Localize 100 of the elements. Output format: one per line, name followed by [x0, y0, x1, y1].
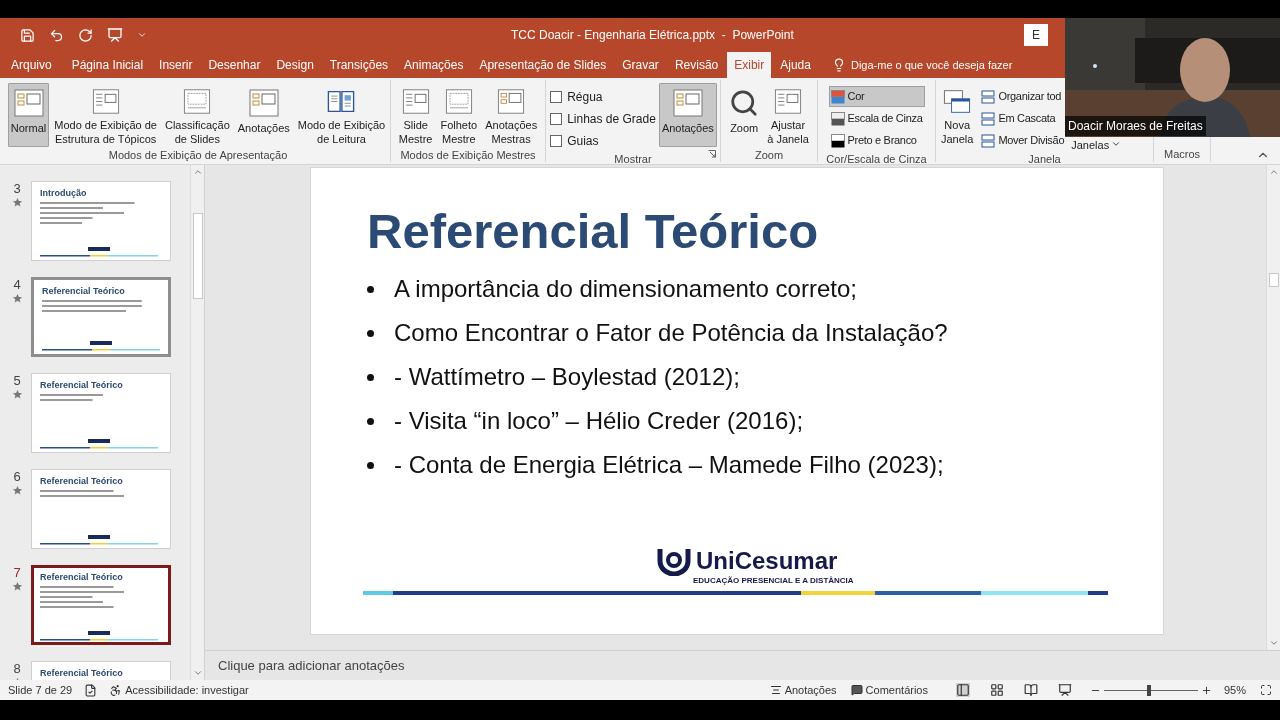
checkbox[interactable]: [550, 134, 563, 147]
windows-dropdown[interactable]: Janelas: [1069, 137, 1124, 151]
view-layout-icon: [772, 88, 804, 115]
slide-number: 4: [13, 277, 21, 292]
view-button[interactable]: Folheto Mestre: [437, 83, 481, 147]
slide-thumbnail[interactable]: Referencial Teórico: [31, 661, 171, 680]
view-button[interactable]: Anotações: [658, 83, 717, 147]
redo-icon[interactable]: [78, 27, 93, 43]
ribbon-tab[interactable]: Ajuda: [773, 52, 818, 78]
group-label: Modos de Exibição Mestres: [400, 147, 536, 163]
logo-tagline: EDUCAÇÃO PRESENCIAL E A DISTÂNCIA: [693, 576, 854, 585]
view-button[interactable]: Slide Mestre: [395, 83, 436, 147]
checkbox-option[interactable]: Guias: [550, 130, 656, 151]
ribbon-option[interactable]: Preto e Branco: [828, 130, 925, 151]
ribbon-tab[interactable]: Revisão: [667, 52, 726, 78]
bullet-text: A importância do dimensionamento correto;: [394, 274, 857, 304]
slide-scrollbar[interactable]: [1266, 165, 1280, 650]
slideshow-icon[interactable]: [1057, 683, 1072, 697]
notes-field[interactable]: Clique para adicionar anotações: [218, 655, 405, 676]
ribbon-tab[interactable]: Inserir: [152, 52, 200, 78]
slide-number: 3: [13, 181, 21, 196]
zoom-slider-thumb[interactable]: [1147, 684, 1152, 696]
star-icon: [12, 582, 22, 591]
swatch-icon: [830, 133, 845, 148]
ribbon-tab[interactable]: Design: [269, 52, 321, 78]
window-arrange-icon: [981, 89, 996, 104]
checkbox-option[interactable]: Régua: [550, 86, 656, 107]
ribbon-tab[interactable]: Arquivo: [4, 52, 59, 78]
ribbon-option[interactable]: Mover Divisão: [979, 130, 1067, 151]
accessibility-icon[interactable]: [109, 683, 123, 697]
view-button[interactable]: Ajustar à Janela: [764, 83, 812, 147]
ribbon-tab[interactable]: Animações: [397, 52, 471, 78]
checkbox[interactable]: [550, 90, 563, 103]
caret-icon: [1111, 139, 1122, 149]
reading-view-icon[interactable]: [1023, 683, 1038, 697]
thumbnail-title: Referencial Teórico: [40, 668, 123, 679]
group-label: Zoom: [754, 147, 784, 163]
ribbon-tab[interactable]: Exibir: [727, 52, 772, 78]
view-layout-icon: [247, 88, 280, 118]
view-button[interactable]: Anotações Mestras: [482, 83, 541, 147]
view-button[interactable]: Normal: [7, 83, 50, 147]
participant-name: Doacir Moraes de Freitas: [1065, 116, 1206, 136]
dialog-launcher-icon[interactable]: [708, 150, 716, 158]
zoom-slider[interactable]: [1103, 684, 1198, 696]
ribbon-option[interactable]: Cor: [828, 86, 925, 107]
zoom-in-icon[interactable]: [1200, 684, 1212, 696]
star-icon: [12, 294, 22, 303]
view-layout-icon: [671, 88, 704, 118]
pane-scrollbar[interactable]: [190, 165, 204, 680]
thumbnail-title: Referencial Teórico: [40, 380, 123, 391]
swatch-icon: [830, 89, 845, 104]
slide-thumbnail[interactable]: Referencial Teórico: [31, 373, 171, 453]
scroll-thumb[interactable]: [1269, 273, 1279, 287]
ribbon-tab[interactable]: Transições: [322, 52, 396, 78]
window-title: TCC Doacir - Engenharia Elétrica.pptx - PowerPoint: [511, 27, 794, 44]
view-button[interactable]: Modo de Exibição de Estrutura de Tópicos: [51, 83, 160, 147]
view-button[interactable]: Modo de Exibição de Leitura: [294, 83, 389, 147]
slide-thumbnail[interactable]: Referencial Teórico: [31, 469, 171, 549]
slide-counter: Slide 7 de 29: [8, 682, 73, 698]
tell-me-field[interactable]: Diga-me o que você deseja fazer: [819, 52, 1013, 78]
zoom-level[interactable]: 95%: [1223, 681, 1246, 699]
customize-icon[interactable]: [137, 30, 147, 40]
ribbon-tab[interactable]: Desenhar: [201, 52, 268, 78]
star-icon: [12, 390, 22, 399]
star-icon: [12, 486, 22, 495]
normal-view-icon[interactable]: [955, 683, 970, 697]
ribbon-option[interactable]: Escala de Cinza: [828, 108, 925, 129]
ribbon-tab[interactable]: Página Inicial: [64, 52, 151, 78]
thumbnail-title: Referencial Teórico: [42, 286, 125, 297]
spelling-icon[interactable]: [84, 683, 98, 697]
fit-slide-icon[interactable]: [1260, 684, 1272, 696]
slide-thumbnail[interactable]: Referencial Teórico: [31, 565, 171, 645]
grid-view-icon[interactable]: [989, 683, 1004, 697]
text-lines-drawing: [40, 394, 103, 401]
sign-in-button[interactable]: E: [1024, 24, 1048, 46]
window-arrange-icon: [981, 133, 996, 148]
checkbox[interactable]: [550, 112, 563, 125]
notes-button[interactable]: Anotações: [769, 681, 837, 699]
slide-number: 5: [13, 373, 21, 388]
slide-thumbnail[interactable]: Introdução: [31, 181, 171, 261]
ribbon-option[interactable]: Organizar tod: [979, 86, 1067, 107]
presentation-icon[interactable]: [107, 27, 123, 43]
view-button[interactable]: Classificação de Slides: [161, 83, 233, 147]
checkbox-option[interactable]: Linhas de Grade: [550, 108, 656, 129]
ribbon-tab[interactable]: Gravar: [615, 52, 666, 78]
ribbon-tab[interactable]: Apresentação de Slides: [472, 52, 614, 78]
bullet-text: - Conta de Energia Elétrica – Mamede Filho (2023);: [394, 450, 944, 480]
ribbon-option[interactable]: Em Cascata: [979, 108, 1067, 129]
comments-button[interactable]: Comentários: [850, 681, 928, 699]
view-button[interactable]: Anotações: [234, 83, 293, 147]
save-icon[interactable]: [20, 27, 35, 43]
thumbnail-title: Introdução: [40, 188, 87, 199]
thumbnail-title: Referencial Teórico: [40, 572, 123, 583]
view-button[interactable]: Nova Janela: [938, 83, 977, 147]
accessibility-status[interactable]: Acessibilidade: investigar: [125, 681, 249, 699]
bullet-text: Como Encontrar o Fator de Potência da Instalação?: [394, 318, 948, 348]
view-button[interactable]: Zoom: [726, 83, 763, 147]
slide-thumbnail[interactable]: Referencial Teórico: [31, 277, 171, 357]
undo-icon[interactable]: [49, 27, 64, 43]
scroll-thumb[interactable]: [193, 213, 203, 299]
